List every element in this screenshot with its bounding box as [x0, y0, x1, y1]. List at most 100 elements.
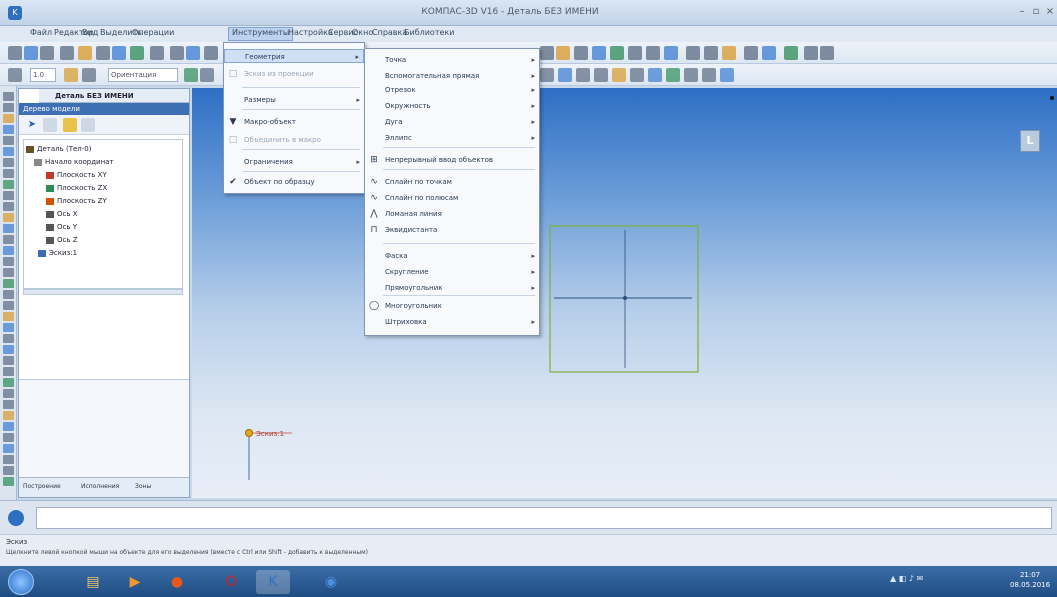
toolbar-button-icon[interactable]: [40, 46, 54, 60]
menu2-item[interactable]: Прямоугольник ▸: [365, 281, 539, 295]
menu-10[interactable]: Справка: [372, 28, 407, 40]
taskbar-clock[interactable]: 21:07 08.05.2016: [1010, 570, 1050, 590]
toolbar-button-icon[interactable]: [540, 46, 554, 60]
tree-structure-icon[interactable]: [63, 118, 77, 132]
compact-tool-icon[interactable]: [3, 444, 14, 453]
compact-tool-icon[interactable]: [3, 103, 14, 112]
explorer-taskbar-icon[interactable]: ▤: [76, 570, 110, 594]
tree-arrow-icon[interactable]: ➤: [25, 118, 39, 132]
menu2-item[interactable]: ∿ Сплайн по полюсам: [365, 191, 539, 205]
view-toolbar-button-icon[interactable]: [200, 68, 214, 82]
document-tab[interactable]: Деталь БЕЗ ИМЕНИ: [39, 89, 189, 103]
view-orientation-icon[interactable]: L: [1020, 130, 1040, 152]
compact-tool-icon[interactable]: [3, 290, 14, 299]
view-toolbar-button-icon[interactable]: [702, 68, 716, 82]
toolbar-button-icon[interactable]: [762, 46, 776, 60]
toolbar-button-icon[interactable]: [8, 46, 22, 60]
toolbar-button-icon[interactable]: [24, 46, 38, 60]
tree-filter-icon[interactable]: [43, 118, 57, 132]
menu2-item[interactable]: Фаска ▸: [365, 249, 539, 263]
menu2-item[interactable]: Точка ▸: [365, 53, 539, 67]
compact-tool-icon[interactable]: [3, 389, 14, 398]
menu1-item[interactable]: ✔ Объект по образцу: [224, 175, 364, 189]
view-toolbar-button-icon[interactable]: [630, 68, 644, 82]
toolbar-button-icon[interactable]: [784, 46, 798, 60]
chrome-taskbar-icon[interactable]: ◉: [314, 570, 348, 594]
toolbar-button-icon[interactable]: [112, 46, 126, 60]
compact-tool-icon[interactable]: [3, 125, 14, 134]
tree-item[interactable]: Эскиз:1: [38, 248, 77, 258]
menu1-item[interactable]: Ограничения ▸: [224, 155, 364, 169]
menu2-item[interactable]: Окружность ▸: [365, 99, 539, 113]
toolbar-button-icon[interactable]: [744, 46, 758, 60]
toolbar-button-icon[interactable]: [130, 46, 144, 60]
view-toolbar-button-icon[interactable]: [558, 68, 572, 82]
compact-tool-icon[interactable]: [3, 433, 14, 442]
tab-construction[interactable]: Построение: [23, 483, 61, 490]
compact-tool-icon[interactable]: [3, 477, 14, 486]
tree-item[interactable]: Ось X: [46, 209, 78, 219]
zoom-field[interactable]: 1.0: [30, 68, 56, 82]
view-toolbar-button-icon[interactable]: [720, 68, 734, 82]
kompas-app-icon[interactable]: K: [8, 6, 22, 20]
compact-tool-icon[interactable]: [3, 235, 14, 244]
command-icon[interactable]: [8, 510, 24, 526]
tree-item[interactable]: Ось Y: [46, 222, 77, 232]
compact-tool-icon[interactable]: [3, 301, 14, 310]
tab-zones[interactable]: Зоны: [135, 483, 151, 490]
compact-tool-icon[interactable]: [3, 378, 14, 387]
menu-9[interactable]: Окно: [352, 28, 373, 40]
compact-tool-icon[interactable]: [3, 169, 14, 178]
menu2-item[interactable]: Скругление ▸: [365, 265, 539, 279]
menu2-item[interactable]: Отрезок ▸: [365, 83, 539, 97]
compact-tool-icon[interactable]: [3, 224, 14, 233]
view-toolbar-button-icon[interactable]: [64, 68, 78, 82]
tree-item[interactable]: Плоскость ZY: [46, 196, 107, 206]
opera-taskbar-icon[interactable]: O: [214, 570, 248, 594]
menu-5[interactable]: Операции: [132, 28, 174, 40]
menu2-item[interactable]: Эллипс ▸: [365, 131, 539, 145]
toolbar-button-icon[interactable]: [646, 46, 660, 60]
toolbar-button-icon[interactable]: [592, 46, 606, 60]
toolbar-button-icon[interactable]: [610, 46, 624, 60]
toolbar-button-icon[interactable]: [204, 46, 218, 60]
toolbar-button-icon[interactable]: [820, 46, 834, 60]
menu2-item[interactable]: Дуга ▸: [365, 115, 539, 129]
compact-tool-icon[interactable]: [3, 422, 14, 431]
menu1-item[interactable]: □ Объединить в макро: [224, 133, 364, 147]
view-toolbar-button-icon[interactable]: [594, 68, 608, 82]
toolbar-button-icon[interactable]: [186, 46, 200, 60]
compact-tool-icon[interactable]: [3, 466, 14, 475]
close-button[interactable]: ×: [1042, 5, 1057, 19]
toolbar-button-icon[interactable]: [628, 46, 642, 60]
view-toolbar-button-icon[interactable]: [184, 68, 198, 82]
view-toolbar-button-icon[interactable]: [648, 68, 662, 82]
tree-scrollbar[interactable]: [23, 289, 183, 295]
view-toolbar-button-icon[interactable]: [8, 68, 22, 82]
toolbar-button-icon[interactable]: [686, 46, 700, 60]
menu2-item[interactable]: Вспомогательная прямая ▸: [365, 69, 539, 83]
compact-tool-icon[interactable]: [3, 92, 14, 101]
menu2-item[interactable]: ⊓ Эквидистанта: [365, 223, 539, 237]
toolbar-button-icon[interactable]: [96, 46, 110, 60]
menu-7[interactable]: Настройка: [288, 28, 333, 40]
menu1-item[interactable]: ▼ Макро-объект: [224, 115, 364, 129]
toolbar-button-icon[interactable]: [556, 46, 570, 60]
menu2-item[interactable]: ⊞ Непрерывный ввод объектов: [365, 153, 539, 167]
menu-1[interactable]: Файл: [30, 28, 52, 40]
toolbar-button-icon[interactable]: [170, 46, 184, 60]
command-input[interactable]: [36, 507, 1052, 529]
view-toolbar-button-icon[interactable]: [612, 68, 626, 82]
compact-tool-icon[interactable]: [3, 312, 14, 321]
compact-tool-icon[interactable]: [3, 158, 14, 167]
compact-tool-icon[interactable]: [3, 334, 14, 343]
menu1-item[interactable]: Геометрия ▸: [224, 49, 364, 63]
orientation-field[interactable]: Ориентация: [108, 68, 178, 82]
compact-tool-icon[interactable]: [3, 257, 14, 266]
firefox-taskbar-icon[interactable]: ●: [160, 570, 194, 594]
toolbar-button-icon[interactable]: [574, 46, 588, 60]
toolbar-button-icon[interactable]: [78, 46, 92, 60]
compact-tool-icon[interactable]: [3, 268, 14, 277]
compact-tool-icon[interactable]: [3, 356, 14, 365]
start-button[interactable]: [8, 569, 34, 595]
